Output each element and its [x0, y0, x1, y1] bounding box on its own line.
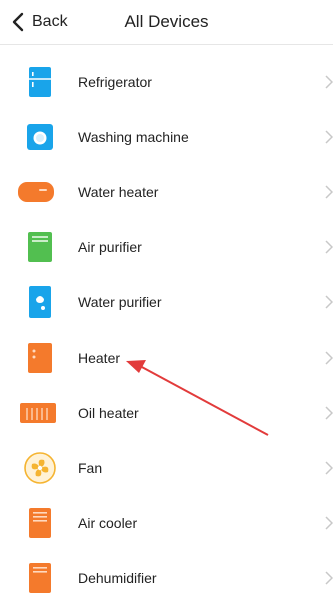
chevron-right-icon: [325, 461, 333, 475]
device-label: Water heater: [78, 183, 159, 200]
dehumidifier-icon: [20, 558, 60, 598]
device-label: Water purifier: [78, 294, 162, 311]
device-label: Dehumidifier: [78, 570, 157, 587]
refrigerator-icon: [20, 62, 60, 102]
chevron-right-icon: [325, 240, 333, 254]
air-purifier-icon: [20, 227, 60, 267]
water-heater-icon: [16, 172, 56, 212]
device-label: Fan: [78, 459, 103, 476]
washing-machine-icon: [20, 117, 60, 157]
device-row-fan[interactable]: Fan: [0, 440, 333, 495]
chevron-right-icon: [325, 295, 333, 309]
chevron-right-icon: [325, 516, 333, 530]
oil-heater-icon: [18, 393, 58, 433]
device-label: Air cooler: [78, 515, 138, 532]
device-label: Heater: [78, 349, 121, 366]
chevron-right-icon: [325, 130, 333, 144]
air-cooler-icon: [20, 503, 60, 543]
chevron-right-icon: [325, 351, 333, 365]
device-label: Air purifier: [78, 239, 142, 256]
chevron-right-icon: [325, 75, 333, 89]
heater-icon: [20, 338, 60, 378]
chevron-right-icon: [325, 185, 333, 199]
device-row-air-cooler[interactable]: Air cooler: [0, 496, 333, 551]
device-row-air-purifier[interactable]: Air purifier: [0, 220, 333, 275]
chevron-right-icon: [325, 571, 333, 585]
device-row-refrigerator[interactable]: Refrigerator: [0, 54, 333, 109]
navigation-bar: Back All Devices: [0, 0, 333, 45]
device-label: Oil heater: [78, 404, 139, 421]
device-label: Refrigerator: [78, 73, 152, 90]
device-row-dehumidifier[interactable]: Dehumidifier: [0, 551, 333, 606]
fan-icon: [20, 448, 60, 488]
device-label: Washing machine: [78, 128, 189, 145]
device-row-heater[interactable]: Heater: [0, 330, 333, 385]
page-title: All Devices: [124, 12, 209, 31]
device-list: Refrigerator Washing machine Water heate…: [0, 54, 333, 606]
device-row-water-purifier[interactable]: Water purifier: [0, 275, 333, 330]
device-row-oil-heater[interactable]: Oil heater: [0, 385, 333, 440]
chevron-right-icon: [325, 406, 333, 420]
device-row-washing-machine[interactable]: Washing machine: [0, 109, 333, 164]
device-row-water-heater[interactable]: Water heater: [0, 164, 333, 219]
water-purifier-icon: [20, 282, 60, 322]
